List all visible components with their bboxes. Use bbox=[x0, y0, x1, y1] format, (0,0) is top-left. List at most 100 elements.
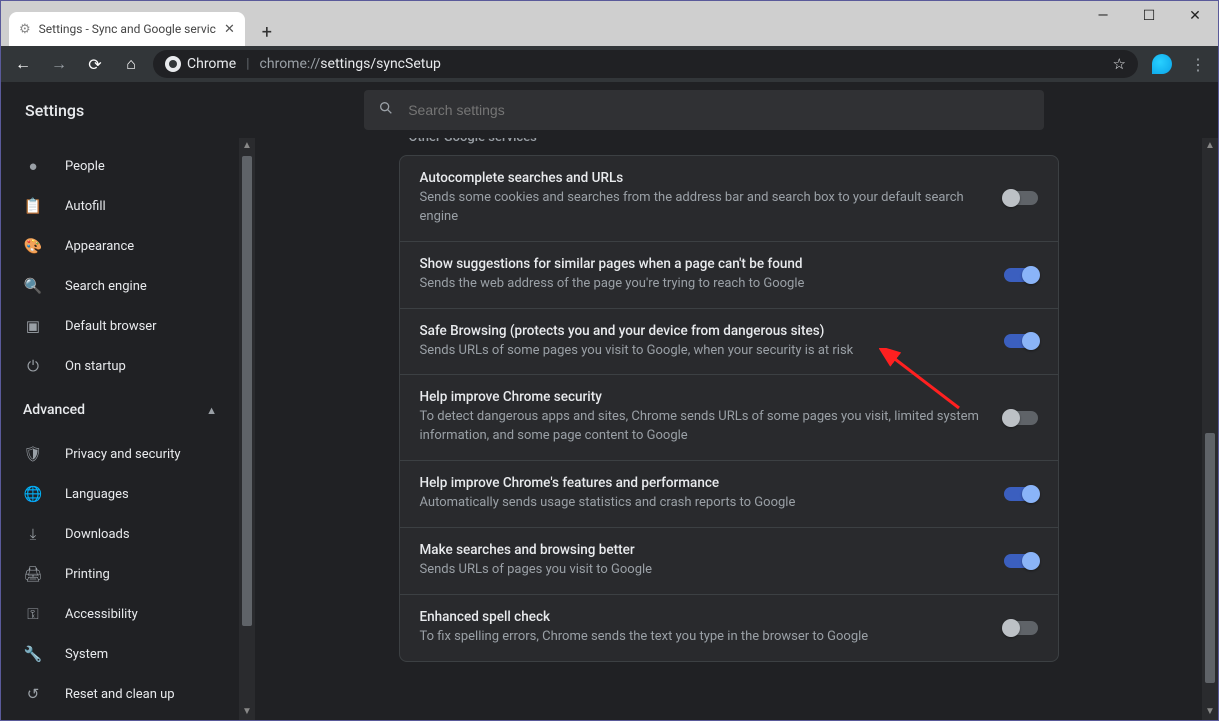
home-button[interactable]: ⌂ bbox=[117, 50, 145, 78]
toggle-knob bbox=[1002, 189, 1020, 207]
url-label: Chrome bbox=[187, 56, 236, 72]
maximize-button[interactable]: ☐ bbox=[1126, 1, 1172, 31]
appearance-icon: 🎨 bbox=[23, 237, 43, 255]
sidebar-section-label: Advanced bbox=[23, 402, 85, 418]
scroll-down-icon[interactable]: ▼ bbox=[1202, 704, 1218, 720]
sidebar-item-downloads[interactable]: ⤓Downloads bbox=[1, 514, 239, 554]
row-description: Sends the web address of the page you're… bbox=[420, 275, 984, 294]
sidebar-item-accessibility[interactable]: ⚿Accessibility bbox=[1, 594, 239, 634]
sidebar-item-label: Appearance bbox=[65, 239, 217, 254]
extension-icon[interactable] bbox=[1152, 54, 1172, 74]
toggle-switch[interactable] bbox=[1004, 334, 1038, 348]
sidebar-item-label: People bbox=[65, 159, 217, 174]
page-title: Settings bbox=[25, 101, 84, 120]
minimize-button[interactable]: — bbox=[1080, 1, 1126, 31]
sidebar-item-label: Reset and clean up bbox=[65, 687, 217, 702]
sidebar-item-appearance[interactable]: 🎨 Appearance bbox=[1, 226, 239, 266]
sidebar-item-default-browser[interactable]: ▣ Default browser bbox=[1, 306, 239, 346]
settings-row: Show suggestions for similar pages when … bbox=[400, 242, 1058, 309]
sidebar-item-label: Printing bbox=[65, 567, 217, 582]
toggle-knob bbox=[1022, 332, 1040, 350]
main-scrollbar[interactable]: ▲ ▼ bbox=[1202, 138, 1218, 720]
default-browser-icon: ▣ bbox=[23, 317, 43, 335]
site-identity: Chrome bbox=[165, 56, 236, 72]
chevron-up-icon: ▲ bbox=[206, 404, 217, 417]
reset-icon: ↺ bbox=[23, 685, 43, 703]
languages-icon: 🌐 bbox=[23, 485, 43, 503]
settings-row: Autocomplete searches and URLsSends some… bbox=[400, 156, 1058, 242]
toggle-knob bbox=[1022, 485, 1040, 503]
back-button[interactable]: ← bbox=[9, 50, 37, 78]
sidebar-item-label: Default browser bbox=[65, 319, 217, 334]
close-window-button[interactable]: ✕ bbox=[1172, 1, 1218, 31]
browser-menu-button[interactable]: ⋮ bbox=[1186, 55, 1210, 74]
toggle-switch[interactable] bbox=[1004, 621, 1038, 635]
row-description: Sends URLs of some pages you visit to Go… bbox=[420, 342, 984, 361]
search-icon bbox=[378, 100, 394, 120]
settings-page: Settings ● People 📋Autofill 🎨 Appearance 🔍Sea… bbox=[1, 82, 1218, 720]
tab-strip: ⚙ Settings - Sync and Google servic ✕ + bbox=[1, 1, 281, 46]
toggle-switch[interactable] bbox=[1004, 191, 1038, 205]
row-text: Help improve Chrome's features and perfo… bbox=[420, 475, 984, 513]
autofill-icon: 📋 bbox=[23, 197, 43, 215]
toggle-knob bbox=[1002, 409, 1020, 427]
bookmark-star-icon[interactable]: ☆ bbox=[1113, 55, 1126, 73]
toggle-switch[interactable] bbox=[1004, 411, 1038, 425]
reload-button[interactable]: ⟳ bbox=[81, 50, 109, 78]
settings-search-input[interactable] bbox=[408, 102, 1030, 118]
sidebar-item-reset[interactable]: ↺ Reset and clean up bbox=[1, 674, 239, 714]
toggle-switch[interactable] bbox=[1004, 487, 1038, 501]
row-text: Show suggestions for similar pages when … bbox=[420, 256, 984, 294]
privacy-icon: 🛡 bbox=[23, 445, 43, 463]
settings-row: Help improve Chrome's features and perfo… bbox=[400, 461, 1058, 528]
accessibility-icon: ⚿ bbox=[23, 605, 43, 623]
row-title: Autocomplete searches and URLs bbox=[420, 170, 984, 186]
person-icon: ● bbox=[23, 157, 43, 175]
sidebar-item-startup[interactable]: ⏻On startup bbox=[1, 346, 239, 386]
window-controls: — ☐ ✕ bbox=[1080, 1, 1218, 31]
scroll-up-icon[interactable]: ▲ bbox=[1202, 138, 1218, 154]
row-title: Safe Browsing (protects you and your dev… bbox=[420, 323, 984, 339]
gear-icon: ⚙ bbox=[19, 22, 31, 37]
settings-row: Make searches and browsing betterSends U… bbox=[400, 528, 1058, 595]
toggle-switch[interactable] bbox=[1004, 268, 1038, 282]
scroll-thumb[interactable] bbox=[1205, 433, 1215, 683]
row-text: Help improve Chrome securityTo detect da… bbox=[420, 389, 984, 446]
sidebar-item-privacy[interactable]: 🛡Privacy and security bbox=[1, 434, 239, 474]
close-tab-icon[interactable]: ✕ bbox=[224, 22, 235, 37]
settings-main: Other Google services Autocomplete searc… bbox=[239, 138, 1218, 720]
forward-button[interactable]: → bbox=[45, 50, 73, 78]
row-title: Show suggestions for similar pages when … bbox=[420, 256, 984, 272]
row-description: To fix spelling errors, Chrome sends the… bbox=[420, 628, 984, 647]
toggle-switch[interactable] bbox=[1004, 554, 1038, 568]
sidebar-item-autofill[interactable]: 📋Autofill bbox=[1, 186, 239, 226]
toggle-knob bbox=[1002, 619, 1020, 637]
sidebar-section-advanced[interactable]: Advanced ▲ bbox=[1, 386, 239, 434]
settings-search[interactable] bbox=[364, 90, 1044, 130]
printing-icon: 🖨 bbox=[23, 565, 43, 583]
row-text: Safe Browsing (protects you and your dev… bbox=[420, 323, 984, 361]
sidebar-item-languages[interactable]: 🌐 Languages bbox=[1, 474, 239, 514]
settings-row: Enhanced spell checkTo fix spelling erro… bbox=[400, 595, 1058, 661]
sidebar-item-system[interactable]: 🔧System bbox=[1, 634, 239, 674]
row-text: Make searches and browsing betterSends U… bbox=[420, 542, 984, 580]
sidebar-item-label: Languages bbox=[65, 487, 217, 502]
row-title: Make searches and browsing better bbox=[420, 542, 984, 558]
system-icon: 🔧 bbox=[23, 645, 43, 663]
row-text: Enhanced spell checkTo fix spelling erro… bbox=[420, 609, 984, 647]
settings-panel: Other Google services Autocomplete searc… bbox=[399, 138, 1059, 720]
sidebar-item-search[interactable]: 🔍Search engine bbox=[1, 266, 239, 306]
settings-row: Help improve Chrome securityTo detect da… bbox=[400, 375, 1058, 461]
new-tab-button[interactable]: + bbox=[253, 18, 281, 46]
row-text: Autocomplete searches and URLsSends some… bbox=[420, 170, 984, 227]
row-title: Help improve Chrome security bbox=[420, 389, 984, 405]
browser-tab[interactable]: ⚙ Settings - Sync and Google servic ✕ bbox=[9, 12, 245, 46]
address-bar[interactable]: Chrome | chrome://settings/syncSetup ☆ bbox=[153, 50, 1138, 78]
settings-header: Settings bbox=[1, 82, 1218, 138]
settings-row: Safe Browsing (protects you and your dev… bbox=[400, 309, 1058, 376]
sidebar-item-printing[interactable]: 🖨 Printing bbox=[1, 554, 239, 594]
startup-icon: ⏻ bbox=[23, 357, 43, 375]
section-title: Other Google services bbox=[399, 138, 1059, 155]
settings-sidebar: ● People 📋Autofill 🎨 Appearance 🔍Search engin… bbox=[1, 138, 239, 720]
sidebar-item-person[interactable]: ● People bbox=[1, 146, 239, 186]
